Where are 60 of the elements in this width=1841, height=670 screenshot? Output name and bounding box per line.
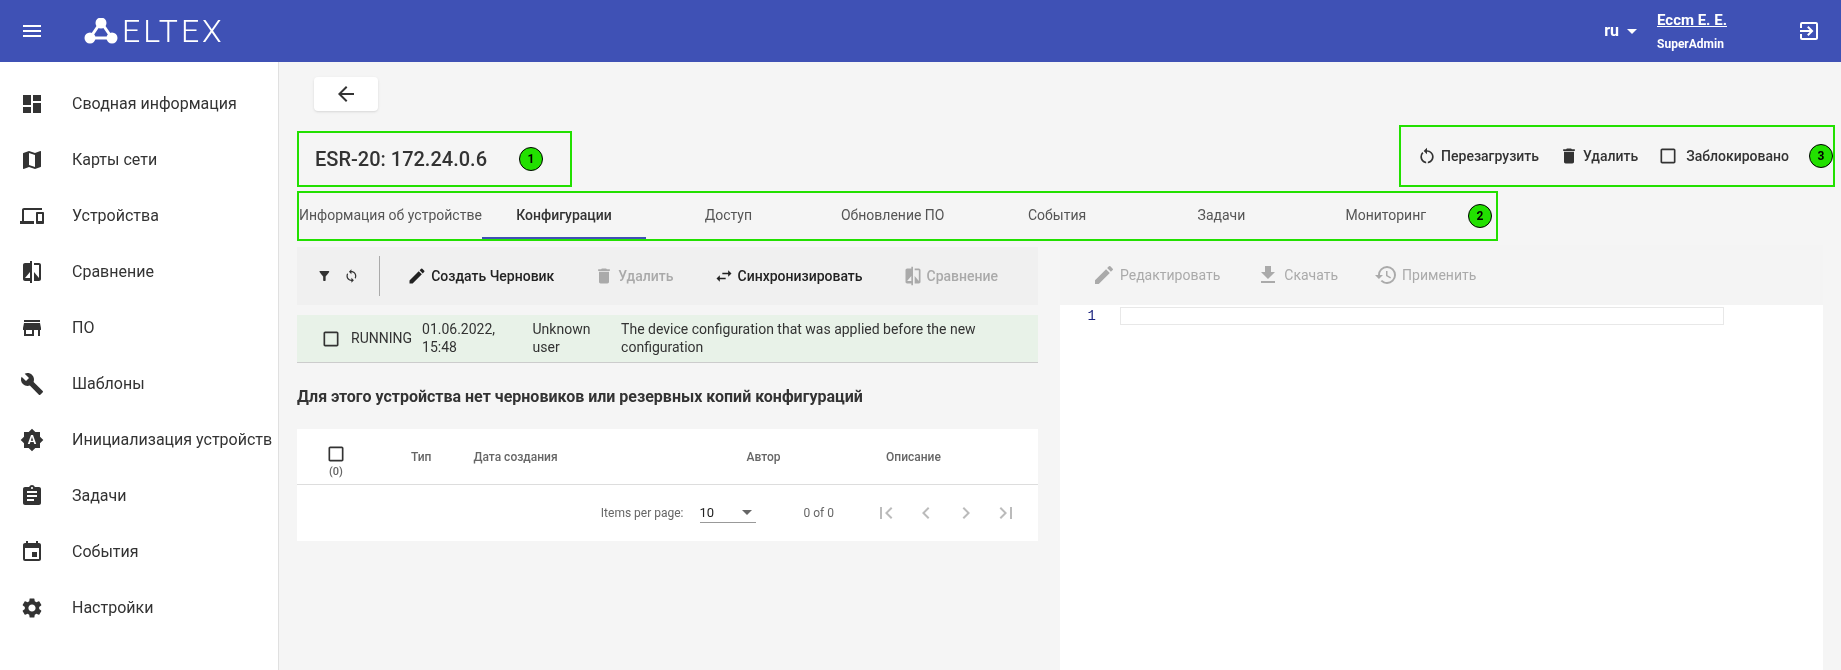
sidebar-item[interactable]: Сводная информация — [0, 76, 278, 132]
tab[interactable]: Информация об устройстве — [299, 193, 482, 239]
tab[interactable]: Доступ — [646, 193, 811, 239]
sidebar-item[interactable]: Задачи — [0, 468, 278, 524]
tab[interactable]: Задачи — [1139, 193, 1304, 239]
user-role: SuperAdmin — [1657, 36, 1725, 54]
sidebar-item[interactable]: Карты сети — [0, 132, 278, 188]
selected-count: (0) — [329, 464, 343, 481]
column-header[interactable]: Описание — [833, 447, 994, 466]
sidebar-item[interactable]: События — [0, 524, 278, 580]
back-button[interactable] — [314, 77, 378, 111]
calendar-icon — [20, 540, 44, 564]
user-name-link[interactable]: Eccm E. E. — [1657, 8, 1727, 32]
page-range: 0 of 0 — [803, 505, 834, 522]
logo-icon — [84, 18, 118, 44]
restart-button[interactable]: Перезагрузить — [1417, 145, 1539, 167]
tab[interactable]: Обновление ПО — [810, 193, 975, 239]
checkbox[interactable] — [326, 444, 346, 465]
map-icon — [20, 148, 44, 172]
language-select[interactable]: ru — [1604, 19, 1638, 43]
tab[interactable]: Конфигурации — [481, 193, 647, 239]
device-title: ESR-20: 172.24.0.6 — [315, 146, 487, 173]
sidebar-item[interactable]: Инициализация устройств — [0, 412, 278, 468]
items-per-page-label: Items per page: — [600, 505, 684, 522]
sidebar-item[interactable]: Устройства — [0, 188, 278, 244]
gear-letter-icon — [20, 428, 44, 452]
history-icon — [1374, 263, 1399, 287]
logo-text: ELTEX — [122, 15, 225, 47]
config-author: Unknown user — [532, 321, 592, 356]
config-type: RUNNING — [351, 329, 412, 348]
delete-button[interactable]: Удалить — [1559, 145, 1639, 167]
wrench-icon — [20, 372, 44, 396]
line-number: 1 — [1086, 306, 1097, 326]
callout-badge: 3 — [1809, 144, 1833, 168]
config-date: 01.06.2022, 15:48 — [422, 321, 497, 356]
blocked-checkbox[interactable]: Заблокировано — [1658, 145, 1789, 167]
sidebar-item[interactable]: Сравнение — [0, 244, 278, 300]
config-description: The device configuration that was applied before the new configuration — [621, 321, 977, 356]
sidebar-item[interactable]: Шаблоны — [0, 356, 278, 412]
dropdown-caret-icon — [741, 510, 752, 515]
pencil-icon — [1092, 263, 1116, 287]
tab[interactable]: Мониторинг — [1303, 193, 1468, 239]
settings-icon — [20, 596, 44, 620]
sidebar-item[interactable]: Настройки — [0, 580, 278, 636]
toolbar-button[interactable]: Создать Черновик — [399, 265, 563, 287]
callout-badge: 2 — [1468, 204, 1492, 228]
column-header[interactable]: Тип — [411, 447, 432, 466]
compare-icon — [20, 260, 44, 284]
logout-icon[interactable] — [1797, 19, 1821, 43]
clipboard-icon — [20, 484, 44, 508]
page-size-select[interactable]: 10 — [699, 502, 756, 524]
toolbar-button[interactable]: Синхронизировать — [705, 265, 871, 287]
dashboard-icon — [20, 92, 44, 116]
empty-message: Для этого устройства нет черновиков или резервных копий конфигураций — [297, 386, 864, 408]
dropdown-caret-icon — [1627, 28, 1638, 34]
callout-badge: 1 — [519, 147, 543, 171]
tab[interactable]: События — [974, 193, 1140, 239]
column-header[interactable]: Автор — [693, 447, 834, 466]
column-header[interactable]: Дата создания — [473, 447, 694, 466]
sidebar-item[interactable]: ПО — [0, 300, 278, 356]
